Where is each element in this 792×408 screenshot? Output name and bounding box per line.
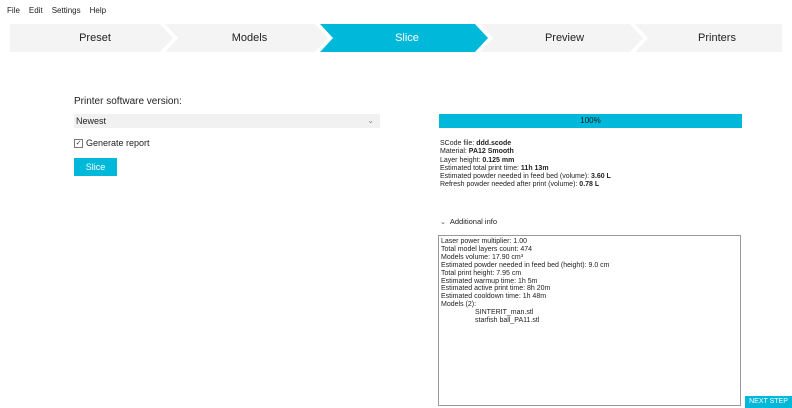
generate-report-checkbox[interactable]: ✓ Generate report xyxy=(74,138,150,148)
summary-gcode-file: SCode file: ddd.scode xyxy=(440,140,512,147)
slice-summary: SCode file: ddd.scode Material: PA12 Smo… xyxy=(440,140,611,190)
tab-models[interactable]: Models xyxy=(182,24,317,52)
model-file-item: SINTERIT_man.stl xyxy=(475,309,534,317)
info-line: Models volume: 17.90 cm³ xyxy=(441,253,524,261)
slice-button[interactable]: Slice xyxy=(74,158,117,176)
chevron-down-icon: ⌄ xyxy=(367,116,374,125)
menu-bar: File Edit Settings Help xyxy=(0,0,792,20)
model-file-item: starfish ball_PA11.stl xyxy=(475,317,540,325)
menu-help[interactable]: Help xyxy=(84,6,109,15)
next-step-button[interactable]: NEXT STEP xyxy=(745,396,792,408)
progress-percentage: 100% xyxy=(580,116,601,125)
summary-refresh-powder: Refresh powder needed after print (volum… xyxy=(440,181,600,189)
menu-settings[interactable]: Settings xyxy=(46,6,84,15)
tab-printers[interactable]: Printers xyxy=(652,24,782,52)
summary-print-time: Estimated total print time: 11h 13m xyxy=(440,164,549,172)
wizard-steps: Preset Models Slice Preview Printers xyxy=(10,24,782,52)
info-line: Total model layers count: 474 xyxy=(441,245,533,253)
generate-report-label: Generate report xyxy=(86,138,150,148)
additional-info-label: Additional info xyxy=(449,217,497,226)
menu-file[interactable]: File xyxy=(0,6,23,15)
select-value: Newest xyxy=(76,116,107,126)
slice-progress-bar: 100% xyxy=(439,114,742,128)
info-line: Estimated cooldown time: 1h 48m xyxy=(441,293,547,301)
tab-preset[interactable]: Preset xyxy=(30,24,160,52)
tab-slice[interactable]: Slice xyxy=(337,24,477,52)
tab-preview[interactable]: Preview xyxy=(497,24,632,52)
info-line: Estimated active print time: 8h 20m xyxy=(441,285,551,293)
printer-software-version-label: Printer software version: xyxy=(74,96,182,107)
summary-powder-feed: Estimated powder needed in feed bed (vol… xyxy=(440,173,611,181)
menu-edit[interactable]: Edit xyxy=(23,6,46,15)
additional-info-text[interactable]: Laser power multiplier: 1.00 Total model… xyxy=(438,235,741,406)
info-line: Estimated warmup time: 1h 5m xyxy=(441,277,538,285)
chevron-down-icon: ⌄ xyxy=(440,218,446,226)
info-line: Total print height: 7.95 cm xyxy=(441,269,522,277)
additional-info-toggle[interactable]: ⌄ Additional info xyxy=(440,217,497,226)
info-line: Models (2): xyxy=(441,301,477,309)
summary-material: Material: PA12 Smooth xyxy=(440,148,514,156)
info-line: Estimated powder needed in feed bed (hei… xyxy=(441,261,610,269)
summary-layer-height: Layer height: 0.125 mm xyxy=(440,156,515,164)
info-line: Laser power multiplier: 1.00 xyxy=(441,238,527,245)
checkbox-checked-icon[interactable]: ✓ xyxy=(74,138,83,148)
printer-software-version-select[interactable]: Newest ⌄ xyxy=(74,114,380,128)
